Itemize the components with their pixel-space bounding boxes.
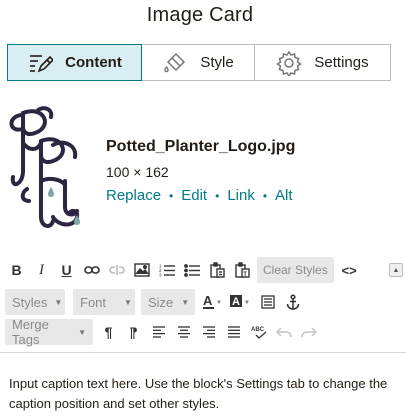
- chevron-down-icon: ▼: [124, 297, 132, 307]
- redo-icon[interactable]: [296, 320, 321, 344]
- svg-text:▼: ▼: [216, 300, 222, 306]
- size-dropdown[interactable]: Size ▼: [141, 289, 195, 315]
- source-code-button[interactable]: <>: [337, 258, 362, 282]
- tab-settings[interactable]: Settings: [255, 44, 391, 81]
- panel-title: Image Card: [146, 4, 254, 26]
- image-filename: Potted_Planter_Logo.jpg: [106, 138, 296, 155]
- unlink-icon[interactable]: [104, 258, 129, 282]
- edit-link[interactable]: Edit: [181, 187, 207, 204]
- tab-settings-label: Settings: [314, 54, 369, 71]
- separator-dot: •: [262, 188, 268, 203]
- bulleted-list-icon[interactable]: [179, 258, 204, 282]
- toolbar-divider: [0, 352, 406, 353]
- image-actions: Replace • Edit • Link • Alt: [106, 187, 295, 204]
- separator-dot: •: [215, 188, 220, 203]
- tab-content-label: Content: [65, 54, 122, 71]
- tab-bar: Content Style Settings: [7, 44, 391, 81]
- svg-text:▼: ▼: [244, 300, 250, 306]
- svg-text:A: A: [203, 294, 213, 308]
- alt-link[interactable]: Alt: [275, 187, 293, 204]
- svg-text:A: A: [232, 296, 240, 308]
- block-format-icon[interactable]: [255, 290, 280, 314]
- editor-toolbar-row-1: B I U 123 T Clear Styles <>: [0, 257, 406, 283]
- image-info: Potted_Planter_Logo.jpg 100 × 162 Replac…: [106, 138, 295, 204]
- underline-button[interactable]: U: [54, 258, 79, 282]
- align-justify-icon[interactable]: [221, 320, 246, 344]
- clear-styles-button[interactable]: Clear Styles: [257, 257, 334, 283]
- anchor-icon[interactable]: [280, 290, 305, 314]
- tab-style[interactable]: Style: [142, 44, 255, 81]
- paste-icon[interactable]: [204, 258, 229, 282]
- link-link[interactable]: Link: [227, 187, 255, 204]
- replace-link[interactable]: Replace: [106, 187, 161, 204]
- image-dimensions: 100 × 162: [106, 164, 169, 180]
- chevron-down-icon: ▼: [54, 297, 63, 307]
- undo-icon[interactable]: [271, 320, 296, 344]
- paste-plain-text-icon[interactable]: T: [229, 258, 254, 282]
- size-dropdown-label: Size: [148, 294, 174, 310]
- image-icon[interactable]: [129, 258, 154, 282]
- content-edit-icon: [30, 54, 54, 72]
- tab-content[interactable]: Content: [7, 44, 142, 81]
- tab-style-label: Style: [200, 54, 234, 71]
- font-dropdown[interactable]: Font ▼: [73, 289, 135, 315]
- caption-text-area[interactable]: Input caption text here. Use the block's…: [9, 374, 401, 414]
- svg-text:T: T: [243, 272, 247, 278]
- bold-button[interactable]: B: [4, 258, 29, 282]
- styles-dropdown[interactable]: Styles ▼: [5, 289, 65, 315]
- link-icon[interactable]: [79, 258, 104, 282]
- chevron-down-icon: ▼: [78, 327, 86, 337]
- font-dropdown-label: Font: [80, 294, 107, 310]
- logo-water-drop: [48, 187, 80, 225]
- collapse-toolbar-button[interactable]: ▲: [389, 263, 403, 277]
- align-right-icon[interactable]: [196, 320, 221, 344]
- merge-tags-label: Merge Tags: [12, 317, 49, 347]
- editor-toolbar-row-2: Styles ▼ Font ▼ Size ▼ A ▼ A ▼: [0, 289, 406, 315]
- italic-button[interactable]: I: [29, 258, 54, 282]
- numbered-list-icon[interactable]: 123: [154, 258, 179, 282]
- editor-toolbar-row-3: Merge Tags ▼ ¶ ¶ ABC: [0, 317, 406, 347]
- merge-tags-dropdown[interactable]: Merge Tags ▼: [5, 317, 93, 347]
- paragraph-ltr-icon[interactable]: ¶: [96, 320, 121, 344]
- svg-text:ABC: ABC: [251, 327, 265, 333]
- svg-text:3: 3: [159, 273, 162, 278]
- paint-bucket-icon: [164, 52, 186, 72]
- gear-icon: [276, 50, 303, 76]
- chevron-down-icon: ▼: [181, 297, 190, 307]
- align-left-icon[interactable]: [146, 320, 171, 344]
- spellcheck-icon[interactable]: ABC: [246, 320, 271, 344]
- image-thumbnail[interactable]: [7, 101, 91, 241]
- paragraph-rtl-icon[interactable]: ¶: [121, 320, 146, 344]
- separator-dot: •: [169, 188, 174, 203]
- styles-dropdown-label: Styles: [12, 294, 48, 310]
- text-color-button[interactable]: A ▼: [199, 290, 227, 314]
- background-color-button[interactable]: A ▼: [227, 290, 255, 314]
- align-center-icon[interactable]: [171, 320, 196, 344]
